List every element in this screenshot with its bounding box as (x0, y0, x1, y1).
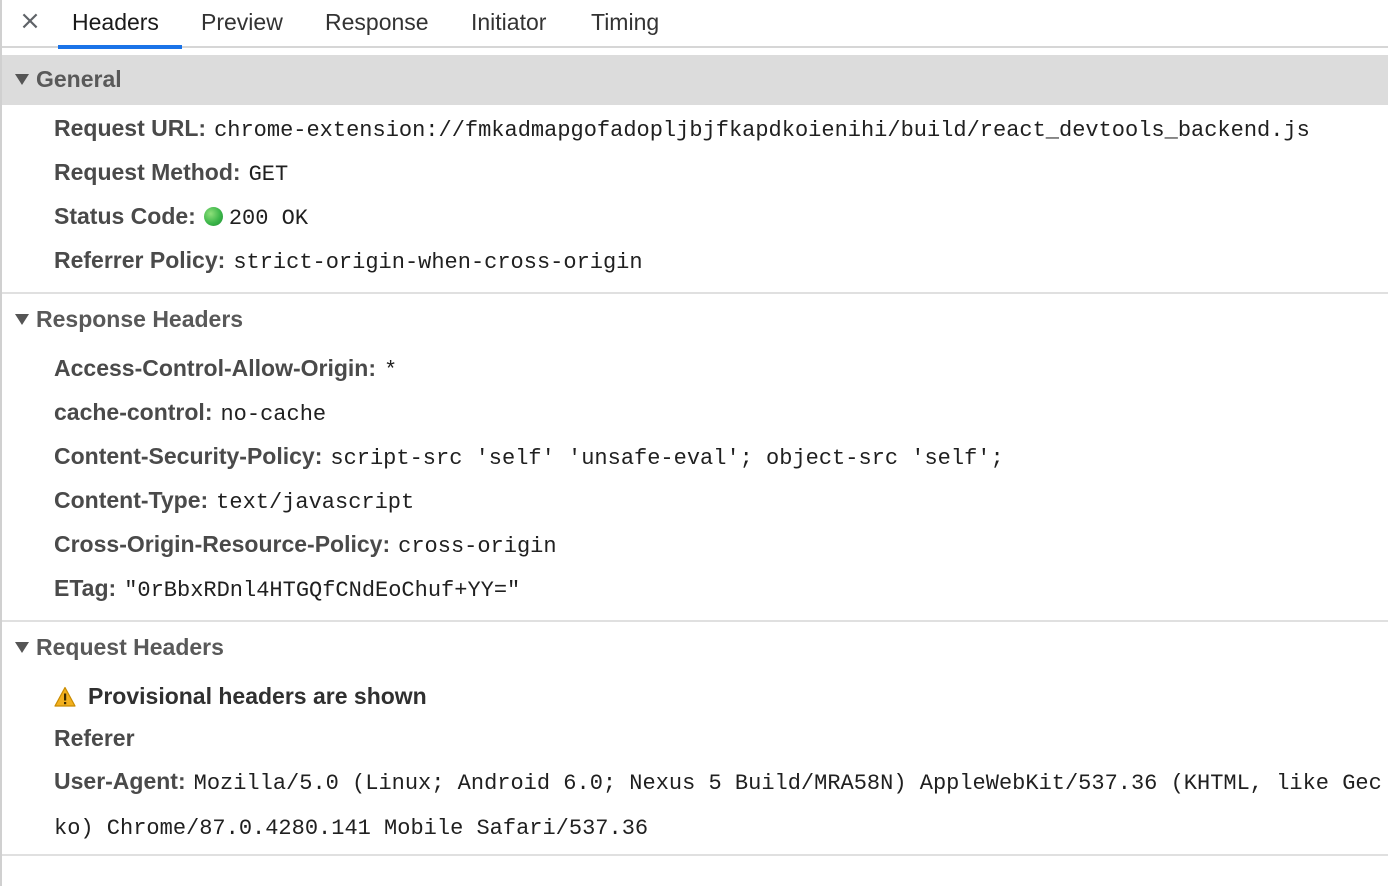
tab-headers[interactable]: Headers (72, 0, 159, 48)
section-divider (2, 292, 1388, 294)
tab-timing[interactable]: Timing (591, 0, 659, 48)
header-key: User-Agent: (54, 768, 186, 794)
section-divider (2, 854, 1388, 856)
header-key: Request Method: (54, 159, 241, 185)
header-row-access-control-allow-origin: Access-Control-Allow-Origin: * (54, 353, 397, 386)
header-value[interactable]: "0rBbxRDnl4HTGQfCNdEoChuf+YY=" (124, 578, 520, 603)
section-header-request-headers[interactable]: Request Headers (2, 623, 1388, 673)
header-value[interactable]: 200 OK (229, 206, 308, 231)
header-value[interactable]: strict-origin-when-cross-origin (233, 250, 642, 275)
header-value[interactable]: * (384, 358, 397, 383)
header-key: Request URL: (54, 115, 207, 141)
header-row-user-agent: User-Agent: Mozilla/5.0 (Linux; Android 6… (54, 760, 1388, 850)
section-title: Request Headers (36, 634, 224, 660)
close-icon[interactable]: × (16, 6, 44, 36)
header-row-content-security-policy: Content-Security-Policy: script-src 'self… (54, 441, 1004, 474)
section-divider (2, 620, 1388, 622)
warning-icon (54, 685, 76, 715)
header-row-cache-control: cache-control: no-cache (54, 397, 326, 430)
header-key: Status Code: (54, 203, 196, 229)
status-ok-icon (203, 207, 223, 226)
header-key: Content-Security-Policy: (54, 443, 323, 469)
header-key: Cross-Origin-Resource-Policy: (54, 531, 391, 557)
section-title: Response Headers (36, 306, 244, 332)
tab-initiator[interactable]: Initiator (471, 0, 546, 48)
header-row-etag: ETag: "0rBbxRDnl4HTGQfCNdEoChuf+YY=" (54, 573, 520, 606)
header-row-request-method: Request Method: GET (54, 157, 288, 190)
header-key: Referrer Policy: (54, 247, 226, 273)
active-tab-indicator (58, 45, 182, 49)
expand-triangle-icon[interactable] (15, 314, 29, 325)
tab-response[interactable]: Response (325, 0, 429, 48)
header-row-request-url: Request URL: chrome-extension://fmkadmapg… (54, 113, 1310, 146)
provisional-headers-warning: Provisional headers are shown (54, 681, 427, 715)
tab-preview[interactable]: Preview (201, 0, 283, 48)
tab-bar: × Headers Preview Response Initiator Tim… (2, 0, 1388, 49)
header-value[interactable]: text/javascript (216, 490, 414, 515)
header-row-content-type: Content-Type: text/javascript (54, 485, 414, 518)
header-key: Content-Type: (54, 487, 209, 513)
header-row-referer: Referer (54, 723, 135, 753)
header-value[interactable]: script-src 'self' 'unsafe-eval'; object-… (330, 446, 1003, 471)
header-row-cross-origin-resource-policy: Cross-Origin-Resource-Policy: cross-origi… (54, 529, 557, 562)
header-value[interactable]: Mozilla/5.0 (Linux; Android 6.0; Nexus 5… (54, 771, 1382, 841)
header-row-status-code: Status Code: 200 OK (54, 201, 308, 234)
header-key: Access-Control-Allow-Origin: (54, 355, 377, 381)
expand-triangle-icon[interactable] (15, 74, 29, 85)
section-title: General (36, 66, 122, 92)
expand-triangle-icon[interactable] (15, 642, 29, 653)
header-value[interactable]: no-cache (220, 402, 326, 427)
section-header-general[interactable]: General (2, 55, 1388, 105)
header-row-referrer-policy: Referrer Policy: strict-origin-when-cross… (54, 245, 643, 278)
header-value[interactable]: chrome-extension://fmkadmapgofadopljbjfk… (214, 118, 1310, 143)
warning-text: Provisional headers are shown (88, 683, 427, 709)
header-value[interactable]: GET (249, 162, 289, 187)
network-headers-panel: × Headers Preview Response Initiator Tim… (0, 0, 1388, 886)
section-header-response-headers[interactable]: Response Headers (2, 295, 1388, 345)
header-key: cache-control: (54, 399, 213, 425)
header-key: ETag: (54, 575, 117, 601)
header-value[interactable]: cross-origin (398, 534, 556, 559)
header-key: Referer (54, 725, 135, 751)
